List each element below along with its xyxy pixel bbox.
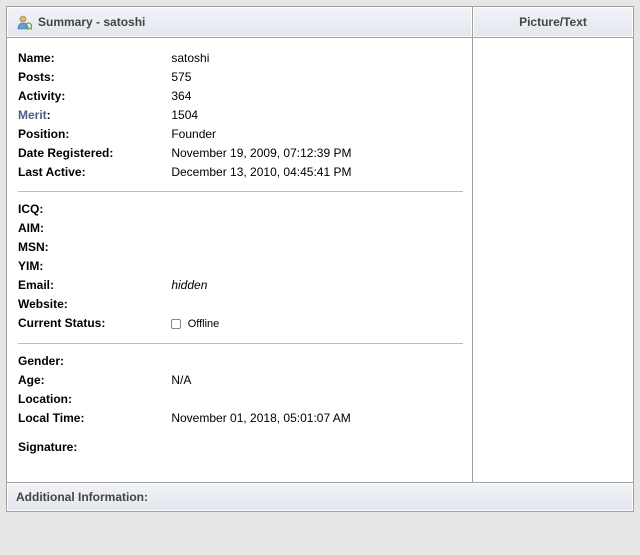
merit-label: Merit:: [18, 106, 168, 124]
field-posts: Posts: 575: [18, 68, 463, 86]
picture-text-header: Picture/Text: [473, 7, 633, 37]
field-aim: AIM:: [18, 219, 463, 237]
field-yim: YIM:: [18, 257, 463, 275]
field-signature: Signature:: [18, 438, 463, 456]
aim-label: AIM:: [18, 219, 168, 237]
posts-value: 575: [171, 70, 191, 84]
summary-header: Summary - satoshi: [7, 7, 472, 37]
website-label: Website:: [18, 295, 168, 313]
profile-icon: [16, 14, 32, 30]
local-time-value: November 01, 2018, 05:01:07 AM: [171, 411, 350, 425]
current-status-value: Offline: [171, 316, 219, 330]
field-email: Email: hidden: [18, 276, 463, 294]
field-local-time: Local Time: November 01, 2018, 05:01:07 …: [18, 409, 463, 427]
field-position: Position: Founder: [18, 125, 463, 143]
name-value: satoshi: [171, 51, 209, 65]
position-value: Founder: [171, 127, 216, 141]
icq-label: ICQ:: [18, 200, 168, 218]
additional-info-header: Additional Information:: [7, 483, 633, 511]
field-website: Website:: [18, 295, 463, 313]
current-status-label: Current Status:: [18, 314, 168, 332]
offline-checkbox-icon: [171, 319, 181, 329]
field-location: Location:: [18, 390, 463, 408]
date-registered-label: Date Registered:: [18, 144, 168, 162]
posts-label: Posts:: [18, 68, 168, 86]
summary-title: Summary - satoshi: [38, 15, 145, 29]
activity-label: Activity:: [18, 87, 168, 105]
age-value: N/A: [171, 373, 191, 387]
field-msn: MSN:: [18, 238, 463, 256]
gender-label: Gender:: [18, 352, 168, 370]
field-merit: Merit: 1504: [18, 106, 463, 124]
profile-details: Name: satoshi Posts: 575 Activity: 364 M…: [7, 38, 472, 482]
last-active-value: December 13, 2010, 04:45:41 PM: [171, 165, 351, 179]
profile-table: Summary - satoshi Picture/Text Name: sat…: [6, 6, 634, 512]
field-name: Name: satoshi: [18, 49, 463, 67]
signature-label: Signature:: [18, 438, 168, 456]
local-time-label: Local Time:: [18, 409, 168, 427]
field-activity: Activity: 364: [18, 87, 463, 105]
merit-link[interactable]: Merit: [18, 108, 47, 122]
separator: [18, 343, 463, 344]
picture-text-cell: [473, 38, 633, 482]
yim-label: YIM:: [18, 257, 168, 275]
age-label: Age:: [18, 371, 168, 389]
field-icq: ICQ:: [18, 200, 463, 218]
position-label: Position:: [18, 125, 168, 143]
field-current-status: Current Status: Offline: [18, 314, 463, 333]
name-label: Name:: [18, 49, 168, 67]
email-label: Email:: [18, 276, 168, 294]
last-active-label: Last Active:: [18, 163, 168, 181]
field-age: Age: N/A: [18, 371, 463, 389]
location-label: Location:: [18, 390, 168, 408]
field-date-registered: Date Registered: November 19, 2009, 07:1…: [18, 144, 463, 162]
field-gender: Gender:: [18, 352, 463, 370]
merit-value: 1504: [171, 108, 198, 122]
activity-value: 364: [171, 89, 191, 103]
date-registered-value: November 19, 2009, 07:12:39 PM: [171, 146, 351, 160]
separator: [18, 191, 463, 192]
msn-label: MSN:: [18, 238, 168, 256]
email-value: hidden: [171, 278, 207, 292]
field-last-active: Last Active: December 13, 2010, 04:45:41…: [18, 163, 463, 181]
